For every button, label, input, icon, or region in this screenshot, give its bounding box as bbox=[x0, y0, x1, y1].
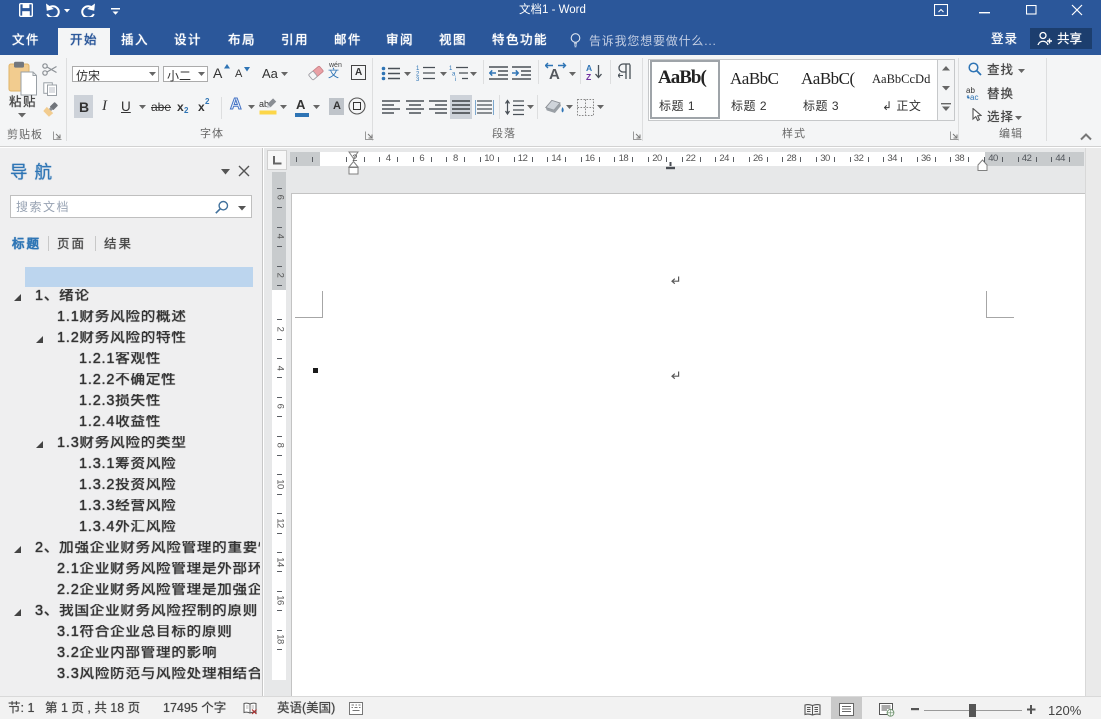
svg-text:3: 3 bbox=[416, 77, 420, 81]
svg-text:Z: Z bbox=[586, 72, 591, 81]
svg-text:A: A bbox=[549, 66, 560, 81]
svg-text:ac: ac bbox=[970, 93, 978, 100]
svg-text:i: i bbox=[455, 77, 456, 81]
